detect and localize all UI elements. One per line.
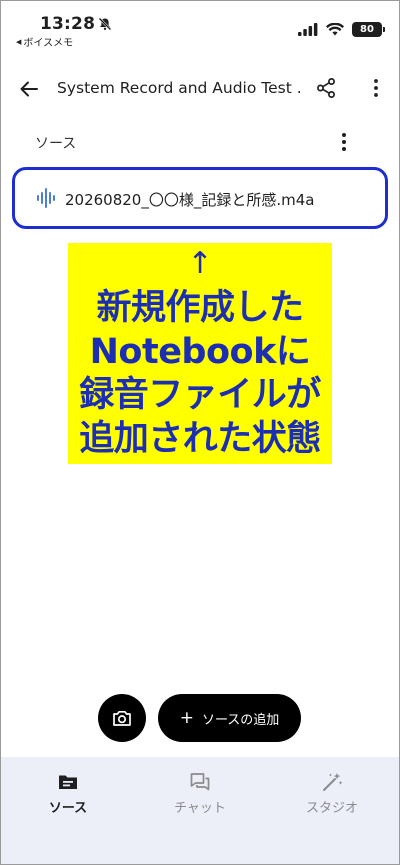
notebook-title: System Record and Audio Test ... (57, 79, 302, 97)
annotation-arrow: ↑ (187, 246, 213, 281)
folder-icon (59, 775, 77, 789)
annotation-line: Notebookに (89, 331, 311, 372)
status-bar: 13:28 ◀ ボイスメモ 80 (0, 0, 400, 50)
signal-icon (298, 23, 318, 36)
source-item[interactable]: 20260820_〇〇様_記録と所感.m4a (12, 167, 388, 229)
battery-indicator: 80 (352, 22, 385, 37)
back-app-label: ボイスメモ (23, 38, 74, 49)
annotation-callout: ↑ 新規作成した Notebookに 録音ファイルが 追加された状態 (68, 243, 332, 464)
bottom-nav: ソース チャット スタジオ (1, 757, 399, 864)
camera-icon (113, 710, 131, 726)
annotation-line: 追加された状態 (79, 418, 321, 459)
nav-tab-chat[interactable]: チャット (134, 757, 266, 864)
back-arrow-icon[interactable] (16, 76, 42, 102)
plus-icon: + (179, 708, 194, 728)
more-options-icon[interactable] (364, 76, 388, 100)
nav-tab-studio-label: スタジオ (305, 801, 358, 816)
clock-group: 13:28 (40, 14, 112, 34)
nav-tab-sources[interactable]: ソース (2, 757, 134, 864)
annotation-text: 新規作成した Notebookに 録音ファイルが 追加された状態 (68, 287, 332, 461)
status-indicators: 80 (298, 22, 385, 37)
source-file-name: 20260820_〇〇様_記録と所感.m4a (65, 191, 315, 209)
clock: 13:28 (40, 14, 96, 34)
add-source-label: ソースの追加 (201, 712, 280, 728)
wifi-icon (326, 23, 344, 36)
annotation-line: 録音ファイルが (79, 375, 321, 415)
annotation-line: 新規作成した (96, 288, 304, 328)
chat-icon (190, 773, 210, 791)
back-triangle-icon: ◀ (16, 37, 22, 46)
back-to-app-link[interactable]: ◀ ボイスメモ (16, 34, 74, 50)
camera-button[interactable] (98, 694, 146, 742)
nav-tab-studio[interactable]: スタジオ (266, 757, 398, 864)
bell-off-icon (98, 17, 112, 31)
sources-more-icon[interactable] (332, 130, 356, 154)
audio-wave-icon (37, 188, 55, 208)
add-source-button[interactable]: + ソースの追加 (158, 694, 301, 742)
app-bar: System Record and Audio Test ... (0, 66, 400, 112)
nav-tab-sources-label: ソース (48, 801, 88, 816)
share-icon[interactable] (314, 76, 338, 100)
sources-title: ソース (35, 136, 77, 152)
nav-tab-chat-label: チャット (174, 801, 226, 816)
magic-wand-icon (323, 773, 343, 791)
sources-header: ソース (0, 128, 400, 158)
